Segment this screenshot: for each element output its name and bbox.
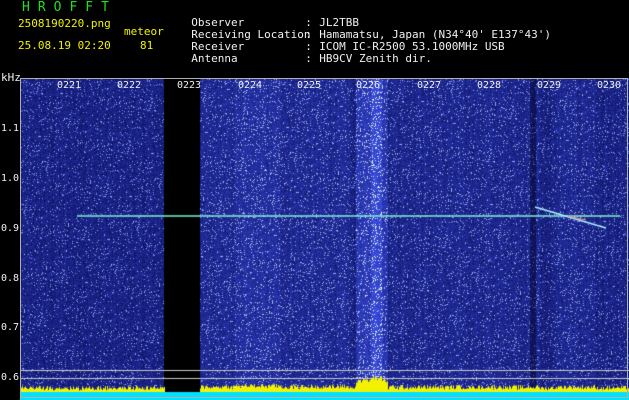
x-tick-label: 0226: [355, 80, 381, 91]
y-tick-label: 0.9: [1, 223, 20, 234]
x-tick-label: 0230: [596, 80, 622, 91]
x-tick-label: 0227: [416, 80, 442, 91]
spectrogram-canvas[interactable]: [20, 78, 629, 400]
image-filename: 2508190220.png: [18, 17, 111, 30]
y-axis-unit: kHz: [1, 71, 21, 84]
y-tick-label: 0.8: [1, 273, 20, 284]
y-tick-label: 0.6: [1, 372, 20, 383]
info-label: Antenna: [191, 52, 238, 65]
capture-datetime: 25.08.19 02:20: [18, 39, 111, 52]
info-row-antenna: Antenna: HB9CV Zenith dir.: [178, 41, 432, 65]
y-tick-label: 1.0: [1, 173, 20, 184]
x-tick-label: 0228: [476, 80, 502, 91]
info-value: HB9CV Zenith dir.: [319, 52, 432, 65]
info-colon: :: [305, 52, 312, 65]
x-tick-label: 0224: [237, 80, 263, 91]
app-title: HROFFT: [22, 0, 117, 15]
y-tick-label: 0.7: [1, 322, 20, 333]
meteor-count: 81: [140, 39, 154, 52]
x-tick-label: 0229: [536, 80, 562, 91]
x-tick-label: 0222: [116, 80, 142, 91]
meteor-label: meteor: [124, 25, 164, 38]
y-tick-label: 1.1: [1, 123, 20, 134]
x-tick-label: 0221: [56, 80, 82, 91]
x-tick-label: 0225: [296, 80, 322, 91]
x-tick-label: 0223: [176, 80, 202, 91]
